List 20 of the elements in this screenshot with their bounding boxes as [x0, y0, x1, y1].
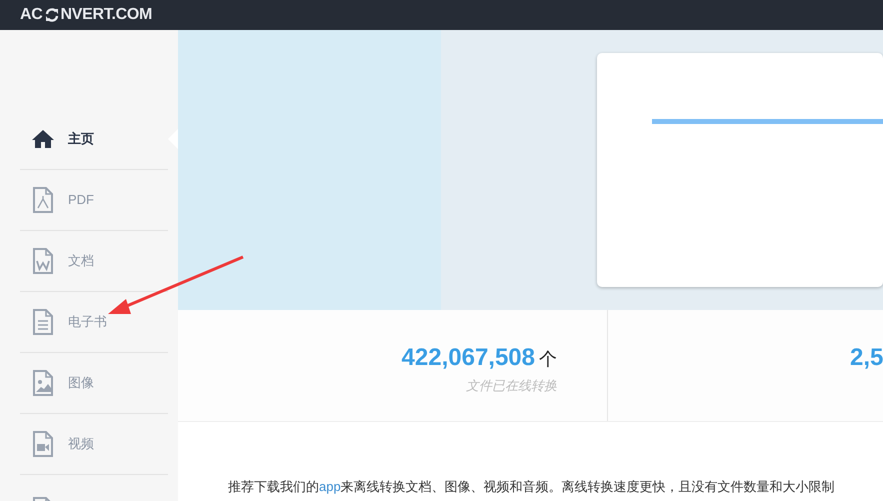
- home-icon: [32, 129, 54, 149]
- video-file-icon: [32, 431, 54, 457]
- promo-text: 推荐下载我们的app来离线转换文档、图像、视频和音频。离线转换速度更快，且没有文件数量和大小限制: [228, 479, 835, 494]
- sidebar-item[interactable]: 图像: [20, 353, 168, 414]
- sidebar-item[interactable]: PDF: [20, 170, 168, 231]
- counter-caption: 文件已在线转换: [465, 377, 557, 395]
- image-file-icon: [32, 370, 54, 396]
- document-icon: [32, 309, 54, 335]
- word-file-icon: [32, 248, 54, 274]
- logo-text: AC: [20, 5, 43, 25]
- sidebar-item[interactable]: 文档: [20, 231, 168, 292]
- app-link[interactable]: app: [319, 479, 341, 494]
- counter-value: 2,5: [850, 344, 883, 371]
- counter-unit: 个: [539, 349, 557, 369]
- sidebar-item[interactable]: 视频: [20, 414, 168, 475]
- pdf-file-icon: [32, 187, 54, 213]
- refresh-icon: [44, 7, 60, 23]
- logo-text: NVERT.COM: [60, 5, 152, 25]
- sidebar-item[interactable]: 主页: [20, 109, 168, 170]
- counter-value: 422,067,508: [402, 344, 535, 371]
